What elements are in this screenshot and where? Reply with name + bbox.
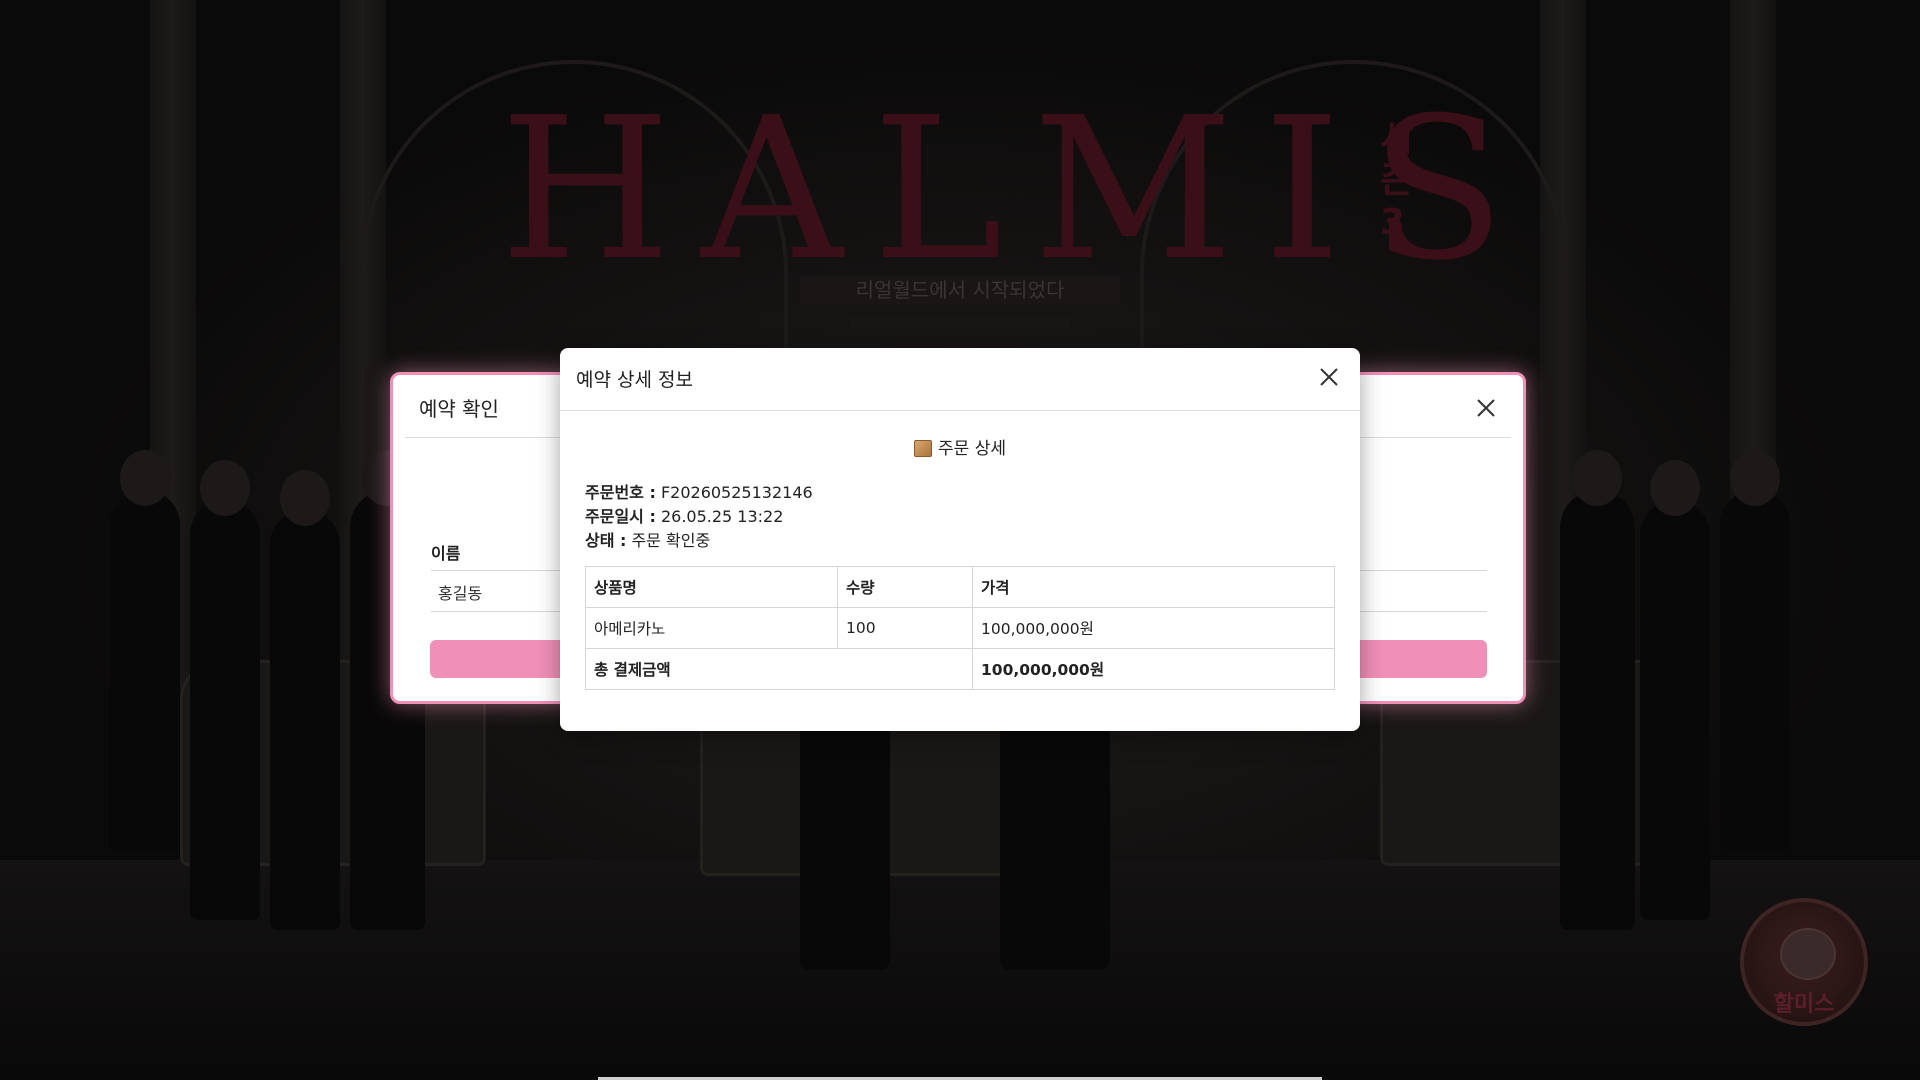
character-head [120, 450, 170, 506]
table-cell-name: 홍길동 [438, 584, 483, 603]
character-head [1572, 450, 1622, 506]
column-header: 상품명 [585, 566, 838, 608]
logo-tagline: 리얼월드에서 시작되었다 [800, 276, 1120, 304]
order-date: 주문일시 : 26.05.25 13:22 [585, 503, 783, 527]
column-header: 가격 [972, 566, 1335, 608]
mascot-badge[interactable]: 할미스 [1740, 898, 1868, 1026]
status-value: 주문 확인중 [631, 531, 711, 550]
package-icon [914, 440, 933, 457]
logo-season-mark: 시즌3 [1380, 118, 1414, 243]
close-icon[interactable] [1475, 397, 1497, 419]
order-detail-heading: 주문 상세 [560, 434, 1360, 459]
character [1640, 500, 1710, 920]
price-cell: 100,000,000원 [972, 607, 1335, 649]
character [270, 510, 340, 930]
reservation-detail-modal: 예약 상세 정보 주문 상세 주문번호 : F20260525132146 주문… [560, 348, 1360, 731]
section-title: 주문 상세 [938, 439, 1006, 459]
order-status: 상태 : 주문 확인중 [585, 527, 710, 551]
total-row: 총 결제금액 100,000,000원 [585, 648, 1335, 690]
table-header-row: 상품명 수량 가격 [585, 566, 1335, 608]
order-items-table: 상품명 수량 가격 아메리카노 100 100,000,000원 총 결제금액 … [585, 566, 1335, 690]
character [1720, 490, 1790, 850]
order-date-value: 26.05.25 13:22 [660, 507, 784, 526]
mascot-face-icon [1780, 928, 1836, 980]
character-head [1730, 450, 1780, 506]
column-header: 수량 [837, 566, 973, 608]
order-number-label: 주문번호 : [585, 483, 656, 502]
total-value: 100,000,000원 [972, 648, 1335, 690]
quantity-cell: 100 [837, 607, 973, 649]
character [190, 500, 260, 920]
divider [560, 410, 1360, 411]
character [110, 490, 180, 850]
order-date-label: 주문일시 : [585, 507, 656, 526]
order-number-value: F20260525132146 [660, 483, 813, 502]
character-head [1650, 460, 1700, 516]
character-head [200, 460, 250, 516]
total-label: 총 결제금액 [585, 648, 973, 690]
modal-title: 예약 상세 정보 [576, 369, 693, 391]
character-head [280, 470, 330, 526]
logo-underline [850, 318, 1070, 328]
badge-label: 할미스 [1773, 992, 1835, 1017]
product-cell: 아메리카노 [585, 607, 838, 649]
character [1560, 490, 1635, 930]
modal-title: 예약 확인 [419, 397, 499, 421]
halmis-logo: HALMIS [500, 76, 1536, 304]
close-icon[interactable] [1318, 366, 1340, 388]
status-label: 상태 : [585, 531, 627, 550]
table-header-name: 이름 [431, 544, 461, 563]
order-number: 주문번호 : F20260525132146 [585, 479, 813, 503]
table-row: 아메리카노 100 100,000,000원 [585, 607, 1335, 649]
